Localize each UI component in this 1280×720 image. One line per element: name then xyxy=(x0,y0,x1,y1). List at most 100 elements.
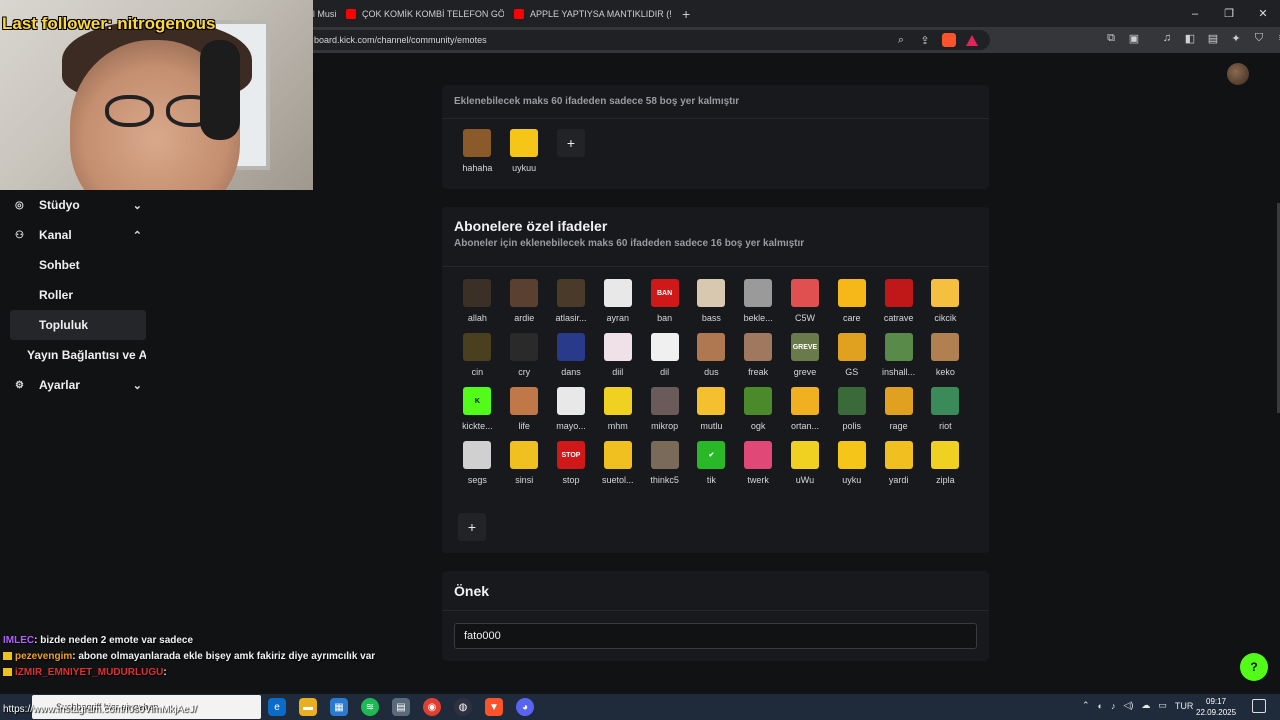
browser-tab[interactable]: ÇOK KOMİK KOMBİ TELEFON GÖRÜŞ xyxy=(336,0,504,27)
extensions-icon[interactable]: ⧉ xyxy=(1104,31,1118,45)
new-tab-button[interactable]: + xyxy=(672,0,700,27)
emote-item[interactable]: GS xyxy=(828,333,875,377)
emote-item[interactable]: rage xyxy=(875,387,922,431)
emote-item[interactable]: thinkc5 xyxy=(641,441,688,485)
brave-shield-icon[interactable] xyxy=(942,33,956,47)
emote-item[interactable]: dans xyxy=(548,333,595,377)
emote-item[interactable]: mhm xyxy=(594,387,641,431)
minimize-button[interactable]: – xyxy=(1178,0,1212,27)
language-indicator[interactable]: TUR xyxy=(1175,701,1194,711)
emote-item[interactable]: keko xyxy=(922,333,969,377)
emote-item[interactable]: sinsi xyxy=(501,441,548,485)
url-text: board.kick.com/channel/community/emotes xyxy=(314,35,487,45)
steam-icon[interactable]: ◐ xyxy=(1098,701,1103,711)
brave-rewards-icon[interactable] xyxy=(966,34,978,46)
emote-item[interactable]: suetol... xyxy=(594,441,641,485)
emote-item[interactable]: inshall... xyxy=(875,333,922,377)
chrome-icon[interactable]: ◉ xyxy=(423,698,441,716)
calculator-icon[interactable]: ▤ xyxy=(392,698,410,716)
emote-item[interactable]: polis xyxy=(828,387,875,431)
emote-item[interactable]: diil xyxy=(594,333,641,377)
emote-item[interactable]: ardie xyxy=(501,279,548,323)
emote-item[interactable]: GREVE greve xyxy=(782,333,829,377)
mic-icon[interactable]: ♪ xyxy=(1111,701,1116,711)
sidebar-item-roles[interactable]: Roller xyxy=(10,280,146,310)
menu-icon[interactable]: ≡ xyxy=(1275,31,1280,45)
emote-item[interactable]: catrave xyxy=(875,279,922,323)
notification-icon[interactable] xyxy=(1252,699,1266,713)
chevron-up-icon[interactable]: ⌃ xyxy=(1082,700,1090,711)
address-bar[interactable]: board.kick.com/channel/community/emotes … xyxy=(296,30,990,50)
sidebar-icon[interactable]: ◧ xyxy=(1183,31,1197,45)
prefix-input[interactable]: fato000 xyxy=(454,623,977,649)
sidebar-item-community[interactable]: Topluluk xyxy=(10,310,146,340)
emote-item[interactable]: STOP stop xyxy=(548,441,595,485)
emote-item[interactable]: segs xyxy=(454,441,501,485)
restore-button[interactable]: ❐ xyxy=(1212,0,1246,27)
onedrive-icon[interactable]: ☁ xyxy=(1141,700,1150,711)
network-icon[interactable]: ▭ xyxy=(1158,700,1167,711)
emote-item[interactable]: ortan... xyxy=(782,387,829,431)
emote-item[interactable]: atlasir... xyxy=(548,279,595,323)
emote-item[interactable]: twerk xyxy=(735,441,782,485)
leo-icon[interactable]: ✦ xyxy=(1229,31,1243,45)
emote-item[interactable]: bekle... xyxy=(735,279,782,323)
brave-icon[interactable]: ▼ xyxy=(485,698,503,716)
sidebar-item-chat[interactable]: Sohbet xyxy=(10,250,146,280)
emote-item[interactable]: dus xyxy=(688,333,735,377)
emote-item[interactable]: ayran xyxy=(594,279,641,323)
media-icon[interactable]: ♫ xyxy=(1160,31,1174,45)
discord-icon[interactable]: ◕ xyxy=(516,698,534,716)
edge-icon[interactable]: e xyxy=(268,698,286,716)
emote-item[interactable]: riot xyxy=(922,387,969,431)
wallet-icon[interactable]: ▤ xyxy=(1206,31,1220,45)
emote-item[interactable]: dil xyxy=(641,333,688,377)
emote-item[interactable]: freak xyxy=(735,333,782,377)
emote-item[interactable]: cry xyxy=(501,333,548,377)
screenshot-icon[interactable]: ▣ xyxy=(1127,31,1141,45)
emote-item[interactable]: mutlu xyxy=(688,387,735,431)
sidebar-item-channel[interactable]: ⚇ Kanal ⌃ xyxy=(10,220,146,250)
emote-item[interactable]: care xyxy=(828,279,875,323)
emote-item[interactable]: C5W xyxy=(782,279,829,323)
emote-item[interactable]: cikcik xyxy=(922,279,969,323)
close-window-button[interactable]: ✕ xyxy=(1246,0,1280,27)
emote-item[interactable]: uykuu xyxy=(501,129,548,173)
emote-item[interactable]: cin xyxy=(454,333,501,377)
emote-item[interactable]: BAN ban xyxy=(641,279,688,323)
vpn-icon[interactable]: ⛉ xyxy=(1252,31,1266,45)
sidebar-item-studio[interactable]: ◎ Stüdyo ⌄ xyxy=(10,190,146,220)
sidebar-item-settings[interactable]: ⚙ Ayarlar ⌄ xyxy=(10,370,146,400)
emote-item[interactable]: zipla xyxy=(922,441,969,485)
emote-item[interactable]: hahaha xyxy=(454,129,501,173)
emote-item[interactable]: yardi xyxy=(875,441,922,485)
share-icon[interactable]: ⇪ xyxy=(918,33,932,47)
avatar[interactable] xyxy=(1227,63,1249,85)
emote-item[interactable]: mikrop xyxy=(641,387,688,431)
emote-item[interactable]: life xyxy=(501,387,548,431)
emote-item[interactable]: bass xyxy=(688,279,735,323)
emote-item[interactable]: ogk xyxy=(735,387,782,431)
emote-item[interactable]: ✔ tik xyxy=(688,441,735,485)
obs-icon[interactable]: ◍ xyxy=(454,698,472,716)
spotify-icon[interactable]: ≋ xyxy=(361,698,379,716)
sidebar-item-stream-connection[interactable]: Yayın Bağlantısı ve A xyxy=(10,340,146,370)
emote-item[interactable]: uWu xyxy=(782,441,829,485)
emote-image: ✔ xyxy=(697,441,726,469)
help-chat-button[interactable]: ? xyxy=(1240,653,1268,681)
file-explorer-icon[interactable]: ▬ xyxy=(299,698,317,716)
volume-icon[interactable]: ◁) xyxy=(1123,700,1133,711)
emote-image: GREVE xyxy=(790,333,819,361)
store-icon[interactable]: ▦ xyxy=(330,698,348,716)
emote-image xyxy=(510,333,539,361)
browser-tab[interactable]: APPLE YAPTIYSA MANTIKLIDIR (!) iPh xyxy=(504,0,672,27)
add-emote-button[interactable]: + xyxy=(556,129,585,157)
emote-item[interactable]: allah xyxy=(454,279,501,323)
emote-item[interactable]: mayo... xyxy=(548,387,595,431)
emote-item[interactable]: Kkickte... xyxy=(454,387,501,431)
zoom-icon[interactable]: ⌕ xyxy=(894,33,908,47)
emote-item[interactable]: uyku xyxy=(828,441,875,485)
emote-image xyxy=(556,387,585,415)
add-subscriber-emote-button[interactable]: + xyxy=(458,513,486,541)
clock[interactable]: 09:17 22.09.2025 xyxy=(1196,696,1236,718)
